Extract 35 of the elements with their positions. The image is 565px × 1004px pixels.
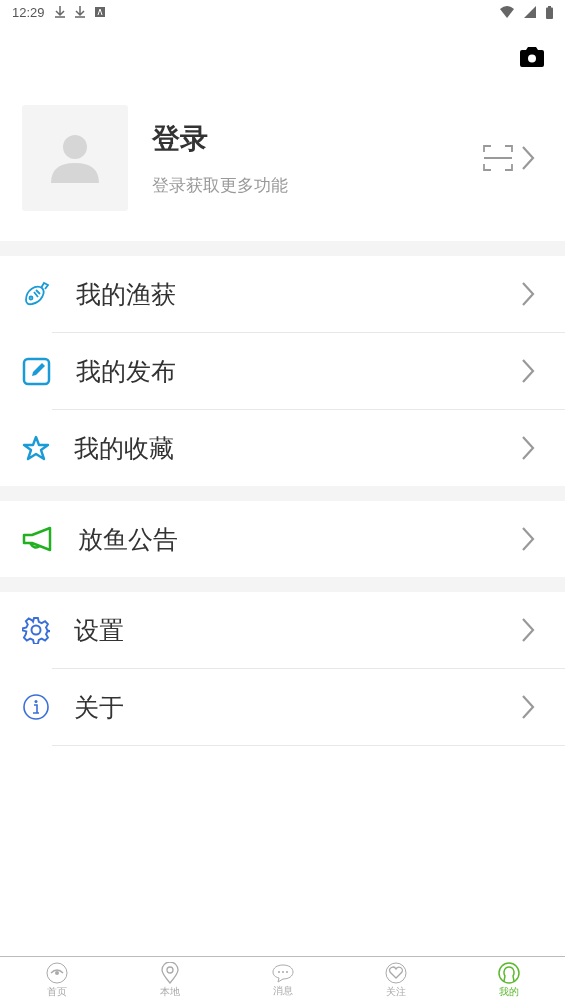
user-silhouette-icon	[50, 133, 100, 183]
chevron-icon	[521, 145, 535, 171]
chevron-icon	[521, 281, 535, 307]
info-icon	[22, 693, 50, 721]
menu-item[interactable]: 放鱼公告	[0, 501, 565, 577]
download-icon	[54, 6, 65, 18]
settings-icon	[22, 616, 50, 644]
notification-icon	[94, 7, 105, 17]
login-subtitle: 登录获取更多功能	[152, 173, 289, 197]
eye-icon	[45, 962, 68, 984]
chat-bubble-icon	[271, 963, 294, 983]
status-time: 12:29	[12, 4, 45, 20]
megaphone-icon	[22, 525, 54, 553]
login-title[interactable]: 登录	[152, 119, 459, 158]
chevron-icon	[521, 694, 535, 720]
chevron-icon	[521, 617, 535, 643]
chevron-icon	[521, 435, 535, 461]
chevron-icon	[521, 358, 535, 384]
edit-icon	[22, 356, 52, 386]
menu-item[interactable]: 我的渔获	[0, 256, 565, 332]
wifi-icon	[500, 6, 514, 18]
battery-icon	[546, 5, 553, 19]
menu-item[interactable]: 设置	[0, 592, 565, 668]
camera-icon[interactable]	[519, 46, 545, 68]
scan-icon[interactable]	[483, 144, 513, 172]
signal-icon	[524, 6, 536, 18]
menu-item[interactable]: 关于	[0, 669, 565, 745]
location-pin-icon	[160, 962, 179, 984]
menu-item[interactable]: 我的发布	[0, 333, 565, 409]
user-icon	[497, 962, 520, 984]
star-icon	[22, 434, 50, 462]
fish-icon	[22, 280, 52, 308]
chevron-icon	[521, 526, 535, 552]
menu-item[interactable]: 我的收藏	[0, 410, 565, 486]
download-icon	[74, 6, 85, 18]
